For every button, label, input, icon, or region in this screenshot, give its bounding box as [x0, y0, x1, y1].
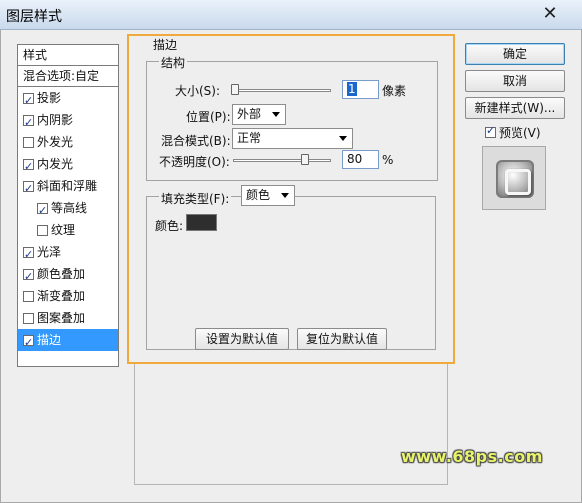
reset-default-button[interactable]: 复位为默认值: [297, 328, 387, 350]
preview-thumbnail: [482, 146, 546, 210]
style-item-label: 图案叠加: [37, 310, 86, 325]
title-bar: 图层样式 ✕: [0, 0, 582, 30]
opacity-input[interactable]: 80: [342, 150, 379, 169]
style-item[interactable]: 描边: [18, 329, 118, 353]
fill-type-select[interactable]: 颜色: [241, 185, 295, 206]
style-item-checkbox[interactable]: [23, 312, 34, 324]
fill-type-label: 填充类型(F):: [159, 190, 232, 207]
style-item[interactable]: 投影: [18, 87, 118, 111]
position-label: 位置(P):: [186, 110, 231, 124]
style-item[interactable]: 外发光: [18, 131, 118, 153]
color-swatch[interactable]: [186, 214, 217, 231]
style-item[interactable]: 内阴影: [18, 109, 118, 133]
chevron-down-icon: [272, 112, 280, 117]
style-item-label: 纹理: [51, 222, 76, 237]
opacity-slider-thumb[interactable]: [301, 154, 310, 165]
blend-mode-select[interactable]: 正常: [232, 128, 353, 149]
cancel-button[interactable]: 取消: [465, 70, 565, 92]
size-slider-thumb[interactable]: [231, 84, 239, 95]
new-style-button[interactable]: 新建样式(W)...: [465, 97, 565, 119]
preview-checkbox[interactable]: [485, 124, 496, 138]
dialog-body: 样式 混合选项:自定 投影内阴影外发光内发光斜面和浮雕等高线纹理光泽颜色叠加渐变…: [0, 30, 582, 503]
style-item-checkbox[interactable]: [23, 156, 34, 177]
style-item-label: 颜色叠加: [37, 266, 86, 281]
style-item-label: 内阴影: [37, 112, 74, 127]
style-list: 样式 混合选项:自定 投影内阴影外发光内发光斜面和浮雕等高线纹理光泽颜色叠加渐变…: [17, 44, 119, 367]
style-item[interactable]: 内发光: [18, 153, 118, 177]
size-label: 大小(S):: [175, 84, 221, 98]
opacity-unit: %: [382, 153, 394, 167]
style-item-label: 外发光: [37, 134, 74, 149]
blending-options-item[interactable]: 混合选项:自定: [18, 66, 118, 87]
style-list-header[interactable]: 样式: [18, 45, 118, 66]
style-item[interactable]: 颜色叠加: [18, 263, 118, 287]
chevron-down-icon: [339, 136, 347, 141]
structure-title: 结构: [159, 54, 188, 71]
style-preview-icon: [496, 160, 534, 198]
style-item-label: 投影: [37, 90, 62, 105]
size-unit: 像素: [382, 84, 407, 98]
watermark: www.68ps.com: [401, 447, 543, 466]
style-item-checkbox[interactable]: [23, 266, 34, 287]
preview-toggle[interactable]: 预览(V): [485, 124, 541, 141]
color-label: 颜色:: [155, 219, 184, 233]
position-select[interactable]: 外部: [232, 104, 286, 125]
style-item-checkbox[interactable]: [23, 244, 34, 265]
style-item-label: 斜面和浮雕: [37, 178, 98, 193]
ok-button[interactable]: 确定: [465, 43, 565, 65]
style-item-label: 描边: [37, 332, 62, 347]
style-item-checkbox[interactable]: [23, 178, 34, 199]
style-item-label: 光泽: [37, 244, 62, 259]
style-item-checkbox[interactable]: [23, 290, 34, 302]
window-title: 图层样式: [6, 9, 62, 25]
style-item-checkbox[interactable]: [23, 136, 34, 148]
style-item[interactable]: 图案叠加: [18, 307, 118, 329]
style-items: 投影内阴影外发光内发光斜面和浮雕等高线纹理光泽颜色叠加渐变叠加图案叠加描边: [18, 87, 118, 353]
style-item-label: 渐变叠加: [37, 288, 86, 303]
style-item[interactable]: 斜面和浮雕: [18, 175, 118, 199]
size-slider[interactable]: [233, 89, 331, 92]
opacity-label: 不透明度(O):: [159, 155, 230, 169]
style-item-checkbox[interactable]: [23, 332, 34, 353]
chevron-down-icon: [281, 193, 289, 198]
style-item-label: 内发光: [37, 156, 74, 171]
style-item-checkbox[interactable]: [37, 200, 48, 221]
style-item[interactable]: 渐变叠加: [18, 285, 118, 307]
style-item[interactable]: 等高线: [18, 197, 118, 221]
style-item[interactable]: 纹理: [18, 219, 118, 241]
style-item-checkbox[interactable]: [23, 112, 34, 133]
make-default-button[interactable]: 设置为默认值: [195, 328, 289, 350]
size-input[interactable]: 1: [342, 80, 379, 99]
close-icon[interactable]: ✕: [538, 3, 562, 25]
stroke-section-title: 描边: [151, 36, 180, 53]
style-item-checkbox[interactable]: [23, 90, 34, 111]
blend-mode-label: 混合模式(B):: [161, 134, 231, 148]
style-item-checkbox[interactable]: [37, 224, 48, 236]
opacity-slider[interactable]: [233, 159, 331, 162]
style-item[interactable]: 光泽: [18, 241, 118, 265]
style-item-label: 等高线: [51, 200, 88, 215]
preview-label: 预览(V): [499, 126, 541, 140]
